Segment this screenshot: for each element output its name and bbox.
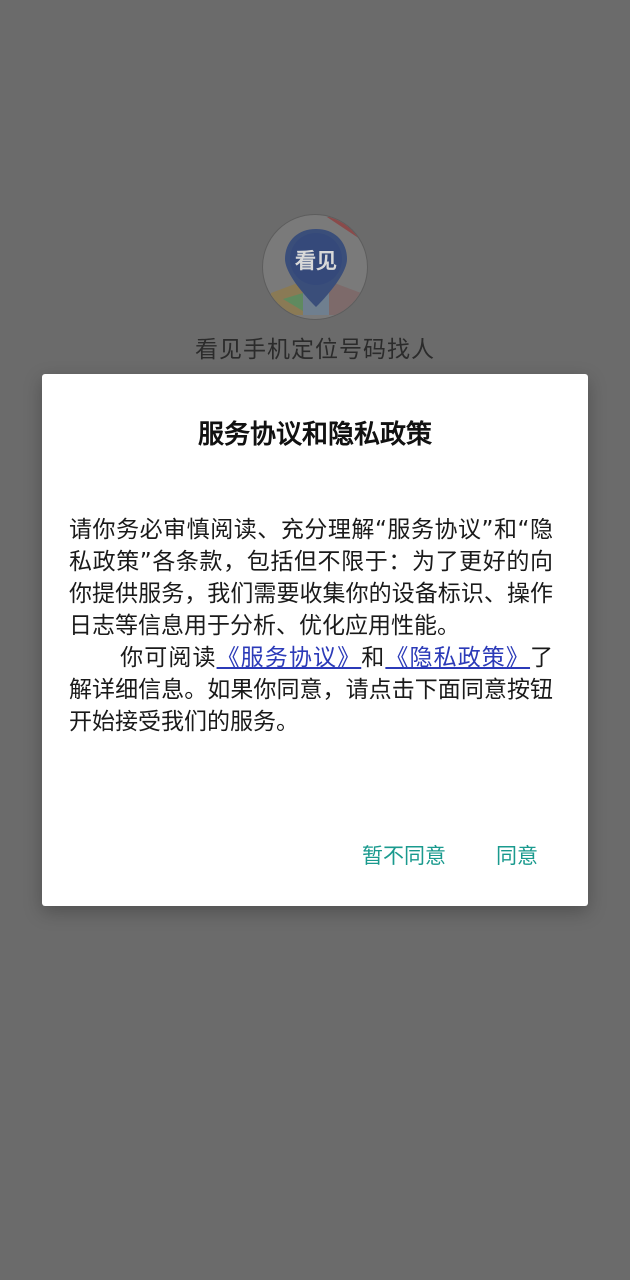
app-logo-text: 看见 (295, 249, 337, 273)
screen: 看见 看见手机定位号码找人 服务协议和隐私政策 请你务必审慎阅读、充分理解“服务… (0, 0, 630, 1280)
decline-button[interactable]: 暂不同意 (362, 840, 446, 870)
app-logo-icon: 看见 (262, 214, 368, 320)
privacy-policy-link[interactable]: 《隐私政策》 (385, 645, 530, 671)
app-name: 看见手机定位号码找人 (195, 337, 435, 363)
dialog-paragraph-2: 你可阅读《服务协议》和《隐私政策》了解详细信息。如果你同意，请点击下面同意按钮开… (69, 642, 553, 738)
paragraph-2-prefix: 你可阅读 (119, 645, 217, 671)
dialog-actions: 暂不同意 同意 (362, 840, 538, 870)
agree-button[interactable]: 同意 (496, 840, 538, 870)
dialog-paragraph-1: 请你务必审慎阅读、充分理解“服务协议”和“隐私政策”各条款，包括但不限于：为了更… (69, 517, 553, 639)
paragraph-2-and: 和 (361, 645, 386, 671)
privacy-dialog: 服务协议和隐私政策 请你务必审慎阅读、充分理解“服务协议”和“隐私政策”各条款，… (42, 374, 588, 906)
dialog-body: 请你务必审慎阅读、充分理解“服务协议”和“隐私政策”各条款，包括但不限于：为了更… (69, 514, 553, 738)
dialog-title: 服务协议和隐私政策 (197, 420, 432, 450)
service-agreement-link[interactable]: 《服务协议》 (217, 645, 362, 671)
